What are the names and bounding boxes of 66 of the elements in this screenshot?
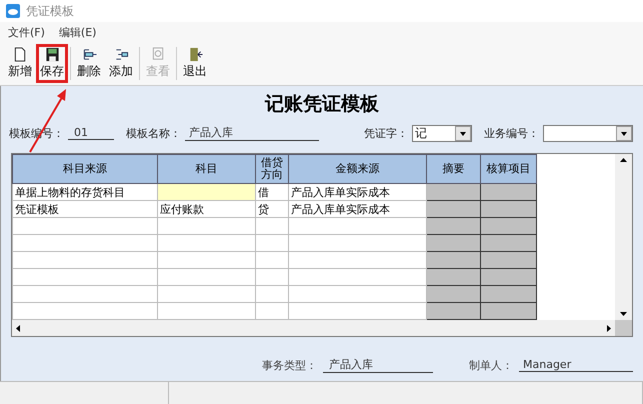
- cell-button[interactable]: [480, 286, 536, 302]
- cell-button[interactable]: [426, 184, 480, 200]
- menu-item[interactable]: 编辑(E): [58, 24, 96, 40]
- table-cell: 贷: [256, 200, 288, 218]
- table-cell: 借: [256, 184, 288, 200]
- cell-button[interactable]: [480, 268, 536, 286]
- cell-button[interactable]: [480, 184, 536, 200]
- cell-button[interactable]: [426, 286, 480, 302]
- table-cell: [256, 268, 288, 286]
- table-cell: [256, 302, 288, 320]
- scroll-right-icon[interactable]: [604, 324, 613, 332]
- business-type-field: 产品入库: [323, 357, 433, 373]
- cell-button[interactable]: [426, 252, 480, 268]
- scrollbar-corner: [615, 320, 632, 336]
- field-label: 凭证字：: [364, 126, 408, 140]
- scroll-left-icon[interactable]: [14, 324, 23, 332]
- remove-toolbar-button[interactable]: 删除: [73, 44, 105, 83]
- column-header: 核算项目: [480, 154, 536, 184]
- business-number-dropdown[interactable]: [543, 124, 633, 142]
- save-icon: [44, 47, 60, 62]
- save-toolbar-button[interactable]: 保存: [36, 44, 68, 83]
- voucher-word-dropdown[interactable]: 记: [412, 124, 472, 142]
- field-label: 模板名称：: [126, 126, 181, 140]
- column-header: 金额来源: [288, 154, 426, 184]
- caret-icon: [616, 126, 632, 140]
- column-header: 借贷方向: [256, 154, 288, 184]
- cell-button[interactable]: [426, 218, 480, 234]
- cell-button[interactable]: [426, 268, 480, 286]
- horizontal-scrollbar[interactable]: [12, 320, 615, 336]
- field-label: 业务编号：: [484, 126, 539, 140]
- table-cell: [256, 252, 288, 268]
- add-toolbar-button[interactable]: 添加: [105, 44, 137, 83]
- scroll-down-icon[interactable]: [619, 309, 628, 318]
- menu-item[interactable]: 文件(F): [8, 24, 45, 40]
- table-cell: 产品入库单实际成本: [288, 184, 426, 200]
- column-header: 科目来源: [12, 154, 158, 184]
- new-toolbar-button[interactable]: 新增: [4, 44, 36, 83]
- table-cell: 应付账款: [158, 200, 256, 218]
- vertical-scrollbar[interactable]: [615, 154, 632, 320]
- cell-button[interactable]: [480, 302, 536, 320]
- cell-button[interactable]: [480, 200, 536, 218]
- column-header: 科目: [158, 154, 256, 184]
- maker-field: Manager: [519, 358, 633, 372]
- table-cell: 单据上物料的存货科目: [12, 184, 158, 200]
- table-cell: [256, 234, 288, 252]
- table-cell: [256, 286, 288, 302]
- table-cell: [256, 218, 288, 234]
- exit-toolbar-button[interactable]: 退出: [179, 44, 211, 83]
- cell-button[interactable]: [426, 234, 480, 252]
- cell-button[interactable]: [426, 200, 480, 218]
- cell-button[interactable]: [426, 302, 480, 320]
- table-cell: 凭证模板: [12, 200, 158, 218]
- cell-button[interactable]: [480, 252, 536, 268]
- field-label: 事务类型：: [262, 358, 317, 372]
- template-number-field[interactable]: 01: [68, 126, 114, 140]
- caret-icon: [455, 126, 471, 140]
- form-heading: 记账凭证模板: [265, 92, 379, 117]
- app-logo-icon: [6, 4, 20, 18]
- scroll-up-icon[interactable]: [619, 156, 628, 165]
- column-header: 摘要: [426, 154, 480, 184]
- window-title: 凭证模板: [26, 2, 74, 20]
- field-label: 制单人：: [469, 358, 513, 372]
- table-cell: 产品入库单实际成本: [288, 200, 426, 218]
- cell-button[interactable]: [480, 218, 536, 234]
- cell-button[interactable]: [480, 234, 536, 252]
- template-name-field[interactable]: 产品入库: [185, 125, 319, 141]
